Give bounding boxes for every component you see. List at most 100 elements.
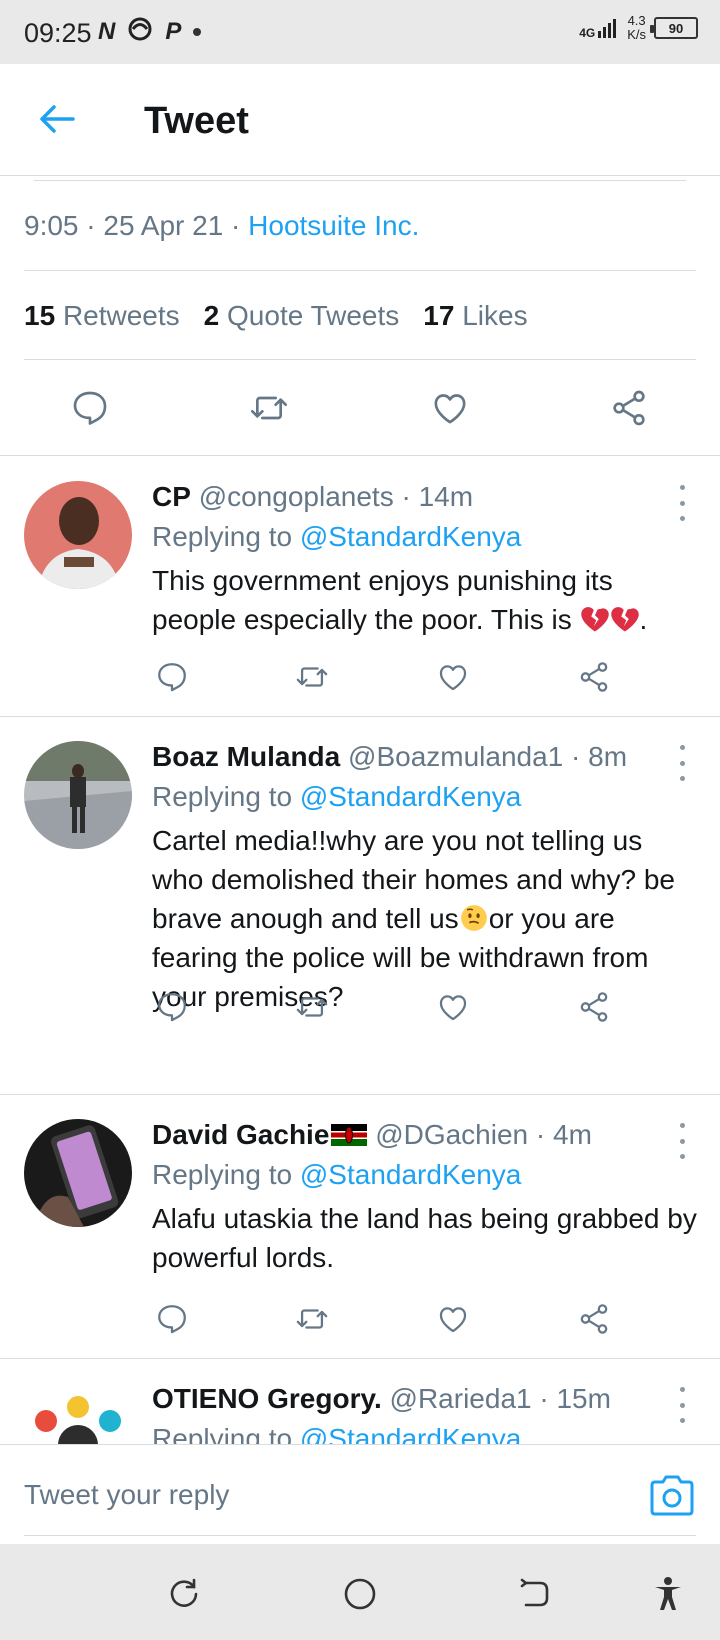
more-options-button[interactable] (672, 745, 692, 781)
camera-button[interactable] (648, 1473, 696, 1517)
share-icon (580, 662, 608, 692)
retweets-stat[interactable]: 15 Retweets (24, 300, 180, 332)
camera-icon (650, 1475, 694, 1516)
back-nav-button[interactable] (515, 1574, 555, 1614)
avatar[interactable] (24, 741, 132, 849)
back-button[interactable] (32, 94, 82, 144)
home-button[interactable] (340, 1574, 380, 1614)
n-app-icon: N (98, 18, 116, 45)
heart-icon (439, 665, 467, 691)
user-handle[interactable]: @Rarieda1 (390, 1383, 532, 1414)
retweet-button[interactable] (247, 386, 291, 430)
avatar[interactable] (24, 1383, 132, 1444)
replying-to: Replying to @StandardKenya (152, 781, 522, 812)
signal-icon: 4G (579, 17, 619, 39)
status-time: 09:25 (24, 18, 92, 48)
likes-stat[interactable]: 17 Likes (423, 300, 527, 332)
reply-header: Boaz Mulanda @Boazmulanda1 · 8m (152, 741, 628, 772)
reply-age: 8m (588, 741, 628, 772)
reply-header: OTIENO Gregory. @Rarieda1 · 15m (152, 1383, 611, 1414)
reply-item[interactable]: OTIENO Gregory. @Rarieda1 · 15m Replying… (0, 1359, 720, 1444)
mention-link[interactable]: @StandardKenya (300, 781, 521, 812)
share-button[interactable] (574, 987, 614, 1027)
reply-button[interactable] (152, 657, 192, 697)
tweet-actions (0, 360, 720, 456)
avatar[interactable] (24, 1119, 132, 1227)
user-handle[interactable]: @Boazmulanda1 (348, 741, 563, 772)
more-notifications-dot (193, 28, 202, 36)
retweet-button[interactable] (292, 987, 332, 1027)
like-button[interactable] (433, 1299, 473, 1339)
user-handle[interactable]: @congoplanets (199, 481, 394, 512)
replying-to: Replying to @StandardKenya (152, 521, 522, 552)
divider (34, 180, 686, 181)
status-bar: 09:25 N P 4G 4.3 K/s 90 (0, 0, 720, 64)
reply-button[interactable] (152, 987, 192, 1027)
heart-icon (434, 394, 466, 424)
reply-button[interactable] (152, 1299, 192, 1339)
reply-item[interactable]: David Gachie @DGachien · 4m Replying to … (0, 1095, 720, 1359)
system-indicators: 4G 4.3 K/s 90 (579, 14, 698, 42)
replying-to: Replying to @StandardKenya (152, 1159, 522, 1190)
display-name[interactable]: David Gachie (152, 1119, 329, 1150)
like-button[interactable] (433, 657, 473, 697)
replying-to: Replying to @StandardKenya (152, 1423, 521, 1444)
notification-icons: N P (98, 16, 202, 49)
rotate-icon (170, 1578, 198, 1607)
reply-text: This government enjoys punishing its peo… (152, 565, 648, 635)
reply-item[interactable]: Boaz Mulanda @Boazmulanda1 · 8m Replying… (0, 717, 720, 1095)
retweet-icon (296, 667, 328, 687)
mention-link[interactable]: @StandardKenya (300, 1423, 521, 1444)
reply-item[interactable]: CP @congoplanets · 14m Replying to @Stan… (0, 457, 720, 717)
accessibility-button[interactable] (648, 1574, 688, 1614)
quote-tweets-stat[interactable]: 2 Quote Tweets (204, 300, 400, 332)
display-name[interactable]: Boaz Mulanda (152, 741, 340, 772)
retweet-icon (296, 1309, 328, 1329)
more-options-button[interactable] (672, 485, 692, 521)
user-handle[interactable]: @DGachien (375, 1119, 528, 1150)
reply-button[interactable] (68, 386, 112, 430)
p-app-icon: P (165, 18, 182, 45)
avatar[interactable] (24, 481, 132, 589)
retweet-button[interactable] (292, 1299, 332, 1339)
reply-text: Alafu utaskia the land has being grabbed… (152, 1203, 697, 1273)
tweet-source-link[interactable]: Hootsuite Inc. (248, 210, 419, 241)
display-name[interactable]: OTIENO Gregory. (152, 1383, 382, 1414)
battery-icon: 90 (650, 17, 698, 39)
reply-age: 14m (418, 481, 474, 512)
like-button[interactable] (433, 987, 473, 1027)
divider (24, 1535, 696, 1536)
app-swirl-icon (127, 16, 153, 49)
reply-actions (152, 1299, 632, 1339)
share-icon (613, 390, 645, 426)
home-circle-icon (344, 1578, 376, 1610)
share-button[interactable] (574, 657, 614, 697)
reply-header: David Gachie @DGachien · 4m (152, 1119, 592, 1150)
share-icon (580, 992, 608, 1022)
share-button[interactable] (574, 1299, 614, 1339)
back-arrow-icon (40, 105, 75, 133)
share-button[interactable] (607, 386, 651, 430)
heart-icon (439, 1307, 467, 1333)
kenya-flag-icon (331, 1124, 368, 1146)
display-name[interactable]: CP (152, 481, 191, 512)
more-options-button[interactable] (672, 1387, 692, 1423)
accessibility-icon (655, 1577, 681, 1610)
page-title: Tweet (144, 100, 249, 142)
reply-header: CP @congoplanets · 14m (152, 481, 474, 512)
network-type: 4G (579, 26, 596, 40)
reply-input[interactable]: Tweet your reply (24, 1479, 229, 1511)
mention-link[interactable]: @StandardKenya (300, 1159, 521, 1190)
reply-icon (158, 993, 186, 1022)
network-speed: 4.3 K/s (627, 13, 646, 42)
reply-icon (158, 1305, 186, 1334)
mention-link[interactable]: @StandardKenya (300, 521, 521, 552)
reply-icon (158, 663, 186, 692)
heart-icon (439, 995, 467, 1021)
reply-age: 15m (556, 1383, 611, 1414)
retweet-button[interactable] (292, 657, 332, 697)
more-options-button[interactable] (672, 1123, 692, 1159)
reply-actions (152, 987, 632, 1027)
like-button[interactable] (428, 386, 472, 430)
recents-button[interactable] (164, 1574, 204, 1614)
